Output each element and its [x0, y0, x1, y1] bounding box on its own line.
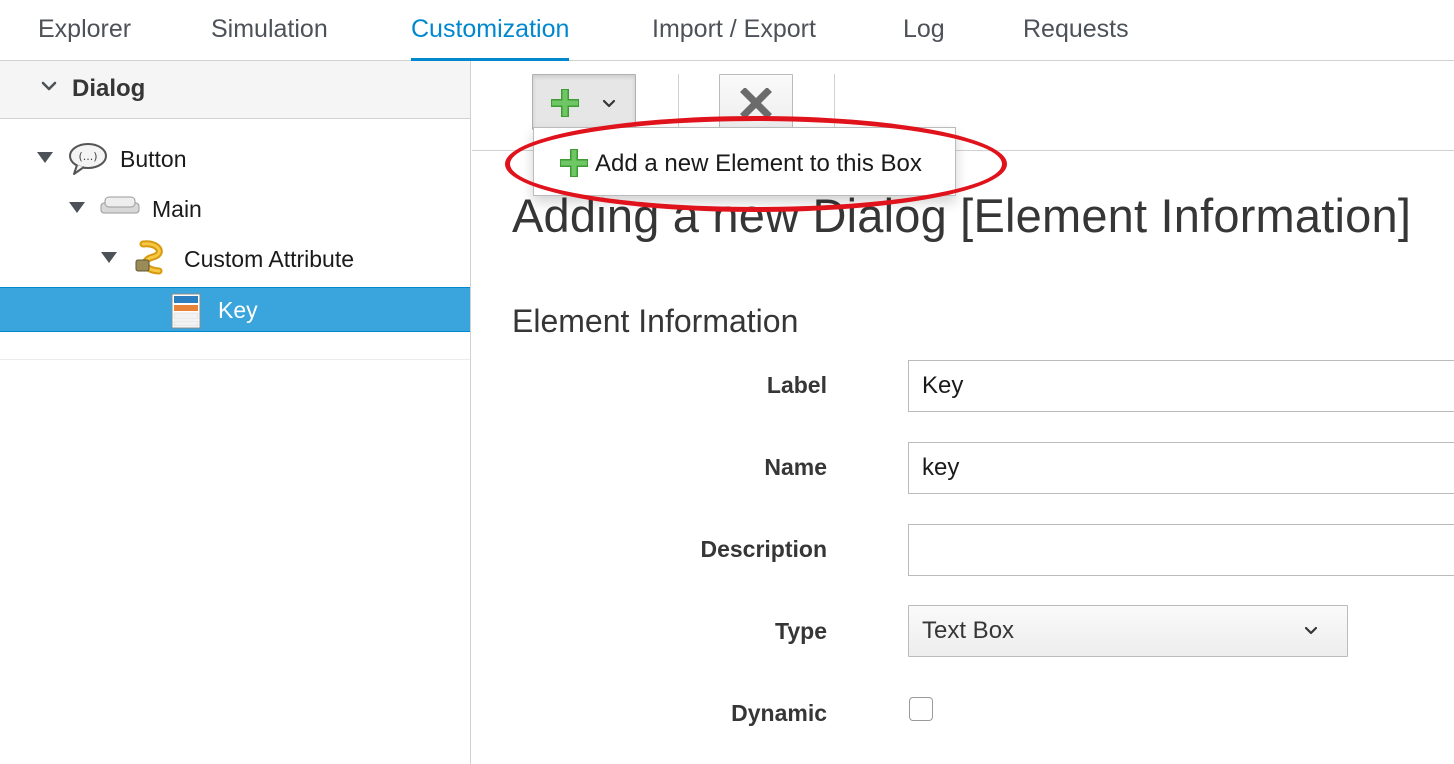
tree-node-label: Key — [218, 297, 258, 323]
tree-node-main[interactable]: Main — [0, 187, 470, 231]
menu-item-add-element[interactable]: Add a new Element to this Box — [534, 128, 955, 195]
tree-expand-toggle[interactable] — [69, 202, 85, 213]
accordion-header-dialog[interactable]: Dialog — [0, 61, 470, 119]
tab-log[interactable]: Log — [903, 0, 945, 61]
accordion-title: Dialog — [72, 75, 146, 102]
chevron-down-icon — [38, 75, 60, 97]
plus-icon — [549, 87, 581, 124]
name-input[interactable] — [908, 442, 1454, 494]
dynamic-checkbox[interactable] — [909, 697, 933, 721]
tree-node-label: Custom Attribute — [184, 246, 355, 272]
tree-expand-toggle[interactable] — [37, 152, 53, 163]
add-dropdown-button[interactable] — [532, 74, 636, 130]
tree-node-label: Button — [120, 146, 187, 172]
add-dropdown-menu: Add a new Element to this Box — [533, 127, 956, 196]
description-field-label: Description — [700, 536, 827, 562]
toolbar-separator — [678, 74, 679, 130]
type-select[interactable]: Text Box — [908, 605, 1348, 657]
tab-icon — [100, 195, 140, 220]
tab-import-export[interactable]: Import / Export — [652, 0, 816, 61]
tab-customization[interactable]: Customization — [411, 0, 570, 61]
delete-x-icon — [739, 87, 773, 123]
chevron-down-icon — [601, 97, 617, 115]
label-field-label: Label — [766, 372, 827, 398]
type-field-label: Type — [775, 618, 827, 644]
speech-bubble-icon: (...) — [67, 141, 109, 182]
svg-text:(...): (...) — [78, 150, 97, 163]
dynamic-field-label: Dynamic — [731, 700, 827, 726]
chevron-down-icon — [1303, 624, 1319, 642]
tab-explorer[interactable]: Explorer — [38, 0, 131, 61]
section-title: Element Information — [512, 303, 799, 339]
custom-attribute-icon — [133, 240, 169, 281]
text-box-element-icon — [171, 293, 201, 334]
delete-button[interactable] — [719, 74, 793, 130]
type-select-value: Text Box — [922, 617, 1015, 644]
tree-expand-toggle[interactable] — [101, 252, 117, 263]
label-input[interactable] — [908, 360, 1454, 412]
sidebar: Dialog (...) Button Main Custom Attribut… — [0, 61, 471, 764]
description-input[interactable] — [908, 524, 1454, 576]
tab-requests[interactable]: Requests — [1023, 0, 1129, 61]
top-tab-bar: Explorer Simulation Customization Import… — [0, 0, 1454, 61]
tree-divider — [0, 359, 470, 360]
tab-simulation[interactable]: Simulation — [211, 0, 328, 61]
plus-icon — [558, 147, 590, 184]
menu-item-label: Add a new Element to this Box — [595, 150, 922, 177]
toolbar-separator — [834, 74, 835, 130]
tree-node-button[interactable]: (...) Button — [0, 137, 470, 181]
tree-node-key[interactable]: Key — [0, 287, 470, 332]
tree-node-custom-attribute[interactable]: Custom Attribute — [0, 237, 470, 281]
tree-node-label: Main — [152, 196, 202, 222]
name-field-label: Name — [764, 454, 827, 480]
